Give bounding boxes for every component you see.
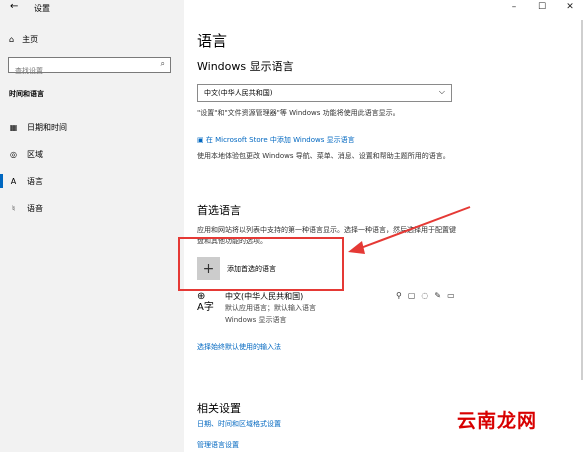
arrow-shaft <box>357 206 471 250</box>
watermark: 云南龙网 <box>457 410 538 432</box>
annotation-arrow <box>348 206 471 254</box>
arrow-head <box>348 241 365 254</box>
